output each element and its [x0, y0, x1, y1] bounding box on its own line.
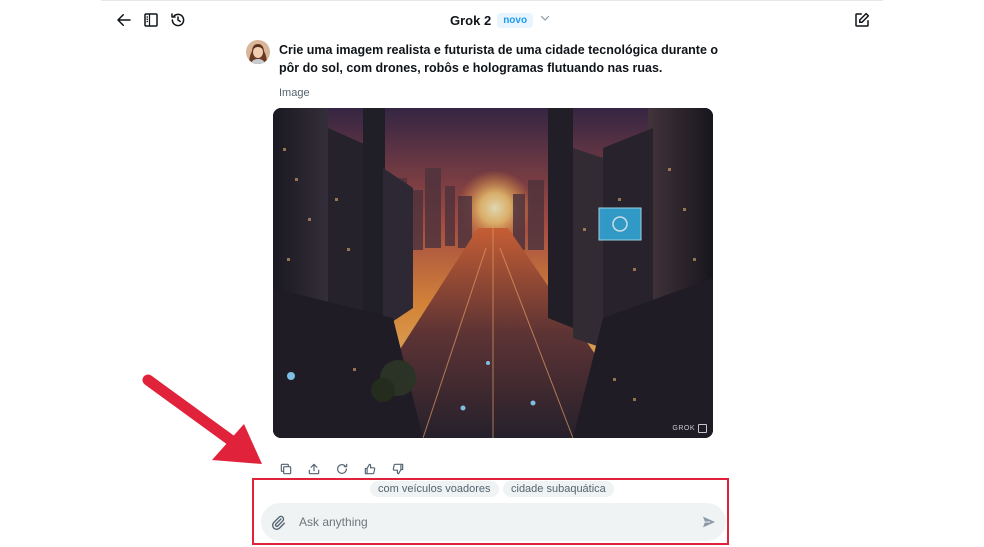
- generated-image[interactable]: GROK: [273, 108, 713, 438]
- sidebar-panel-icon[interactable]: [142, 11, 160, 29]
- user-prompt: Crie uma imagem realista e futurista de …: [279, 43, 719, 75]
- regenerate-icon[interactable]: [333, 460, 350, 477]
- top-divider: [101, 0, 883, 1]
- response-type-label: Image: [279, 87, 310, 99]
- thumbs-up-icon[interactable]: [361, 460, 378, 477]
- copy-icon[interactable]: [277, 460, 294, 477]
- annotation-arrow: [140, 372, 270, 472]
- history-icon[interactable]: [169, 11, 187, 29]
- user-avatar: [246, 40, 270, 64]
- watermark-icon: [698, 424, 707, 433]
- response-actions: [277, 460, 406, 477]
- back-arrow-icon[interactable]: [115, 11, 133, 29]
- new-chat-icon[interactable]: [853, 11, 871, 29]
- thumbs-down-icon[interactable]: [389, 460, 406, 477]
- model-selector[interactable]: Grok 2 novo: [450, 10, 551, 30]
- new-badge: novo: [497, 12, 534, 28]
- share-icon[interactable]: [305, 460, 322, 477]
- model-name: Grok 2: [450, 12, 492, 28]
- chevron-down-icon: [539, 11, 551, 29]
- annotation-highlight-box: [252, 478, 729, 545]
- image-watermark: GROK: [672, 424, 707, 433]
